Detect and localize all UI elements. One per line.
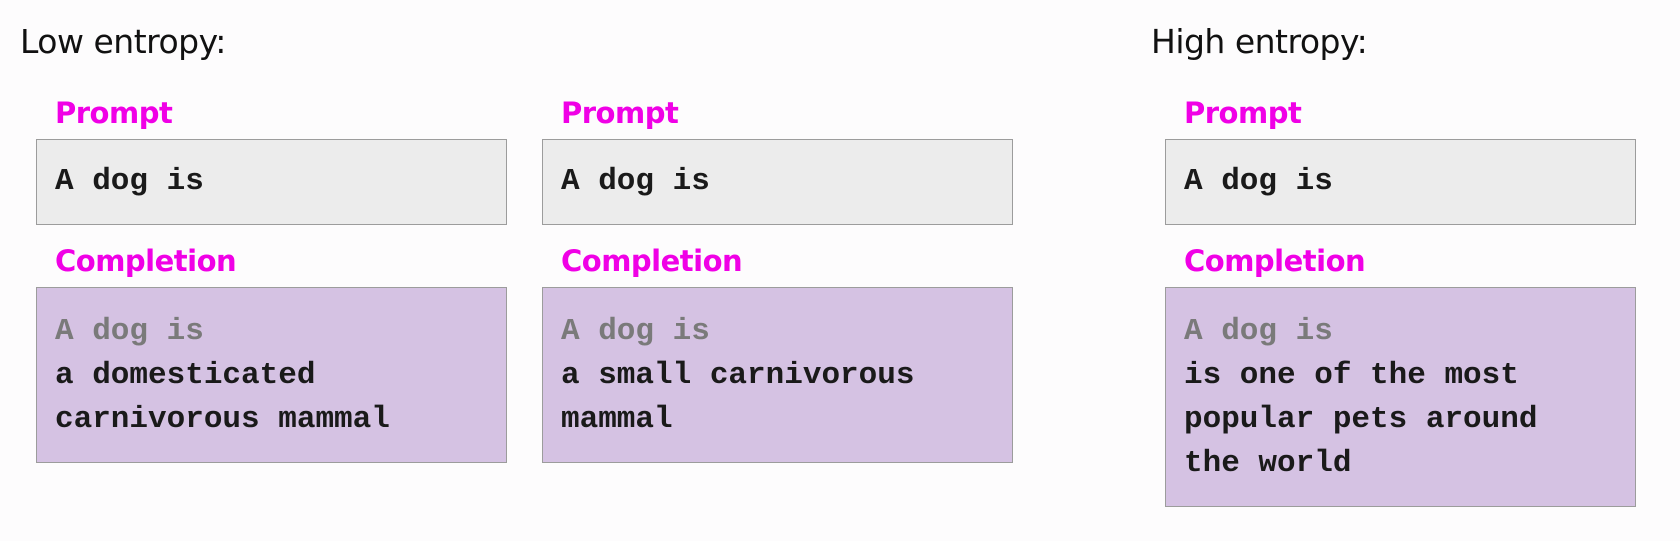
completion-text-line: a small carnivorous [561, 358, 915, 393]
completion-label: Completion [55, 244, 237, 278]
completion-echo-text: A dog is [1184, 314, 1333, 349]
completion-text-line: is one of the most [1184, 358, 1519, 393]
completion-box: A dog is is one of the most popular pets… [1165, 287, 1636, 507]
prompt-box: A dog is [542, 139, 1013, 225]
completion-box: A dog is a small carnivorous mammal [542, 287, 1013, 463]
completion-text-line: popular pets around [1184, 402, 1538, 437]
high-entropy-heading: High entropy: [1151, 22, 1368, 61]
completion-text-line: a domesticated [55, 358, 316, 393]
completion-label: Completion [561, 244, 743, 278]
prompt-label: Prompt [1184, 96, 1302, 130]
completion-echo-text: A dog is [55, 314, 204, 349]
prompt-text: A dog is [1184, 164, 1333, 199]
completion-text-line: mammal [561, 402, 673, 437]
completion-echo-text: A dog is [561, 314, 710, 349]
prompt-label: Prompt [55, 96, 173, 130]
completion-text-line: carnivorous mammal [55, 402, 390, 437]
completion-text-line: the world [1184, 446, 1352, 481]
prompt-box: A dog is [36, 139, 507, 225]
prompt-label: Prompt [561, 96, 679, 130]
prompt-box: A dog is [1165, 139, 1636, 225]
prompt-text: A dog is [55, 164, 204, 199]
prompt-text: A dog is [561, 164, 710, 199]
completion-box: A dog is a domesticated carnivorous mamm… [36, 287, 507, 463]
low-entropy-heading: Low entropy: [20, 22, 226, 61]
completion-label: Completion [1184, 244, 1366, 278]
